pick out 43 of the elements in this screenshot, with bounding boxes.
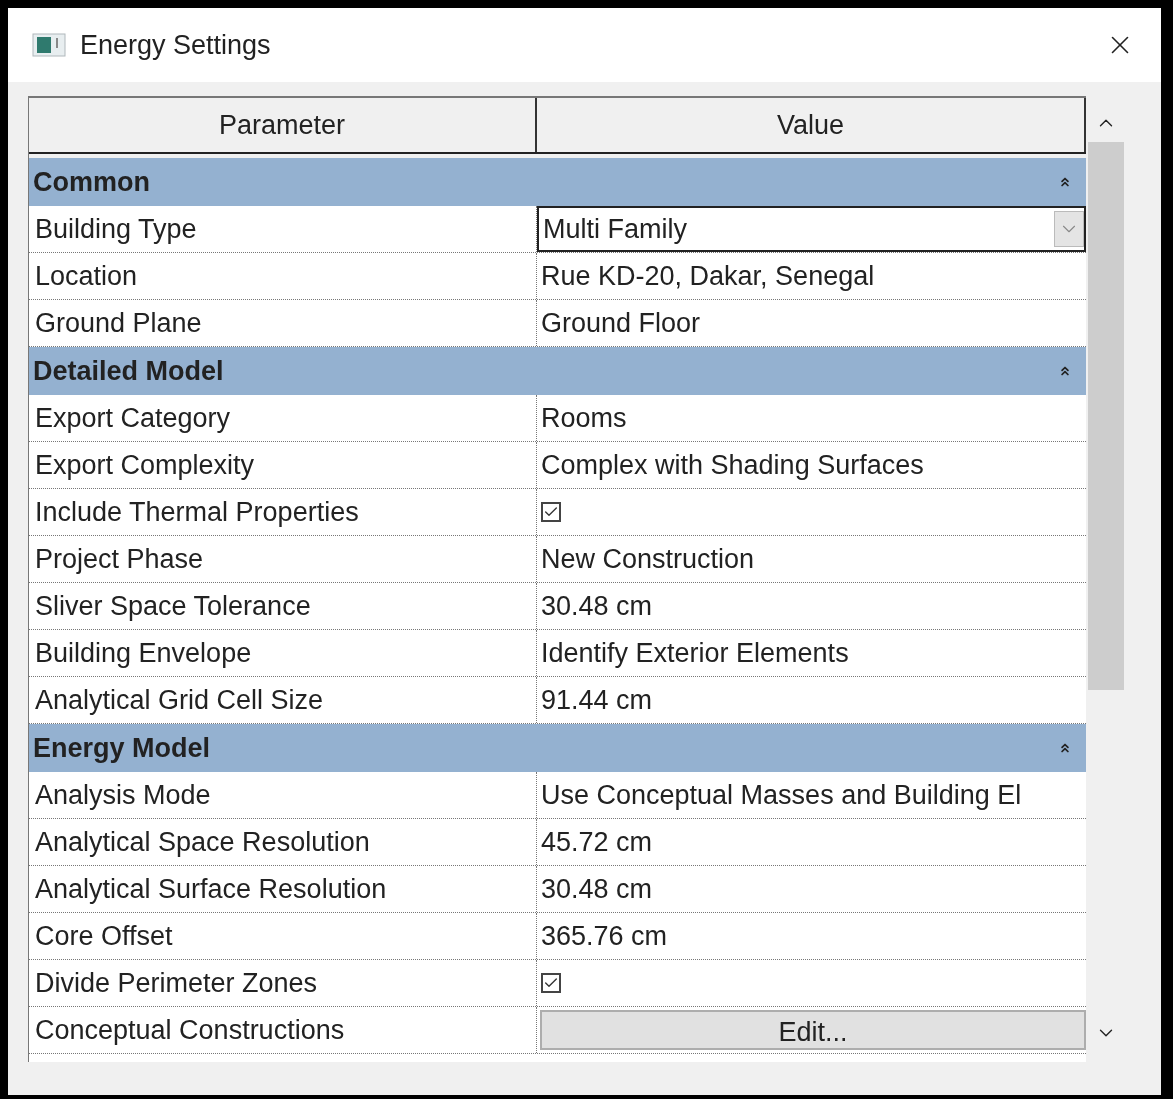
collapse-icon[interactable]	[1058, 175, 1072, 189]
value-text: 365.76 cm	[541, 919, 668, 953]
window-title: Energy Settings	[80, 28, 272, 62]
parameter-label: Analytical Grid Cell Size	[35, 683, 324, 717]
value-text: Rue KD-20, Dakar, Senegal	[541, 259, 875, 293]
parameter-label: Export Category	[35, 401, 231, 435]
parameter-label: Divide Perimeter Zones	[35, 966, 318, 1000]
value-text: Ground Floor	[541, 306, 701, 340]
value-text: 91.44 cm	[541, 683, 653, 717]
value-text: Identify Exterior Elements	[541, 636, 849, 670]
value-text: New Construction	[541, 542, 755, 576]
group-header[interactable]: Detailed Model	[29, 347, 1086, 395]
value-text: Complex with Shading Surfaces	[541, 448, 924, 482]
parameter-label: Analytical Surface Resolution	[35, 872, 387, 906]
parameter-label: Location	[35, 259, 138, 293]
value-text: 30.48 cm	[541, 872, 653, 906]
parameter-label: Sliver Space Tolerance	[35, 589, 311, 623]
dropdown-field[interactable]: Multi Family	[537, 206, 1086, 252]
parameter-label: Conceptual Constructions	[35, 1013, 345, 1047]
checkbox[interactable]	[541, 973, 561, 993]
collapse-icon[interactable]	[1058, 741, 1072, 755]
parameter-label: Core Offset	[35, 919, 173, 953]
group-header[interactable]: Energy Model	[29, 724, 1086, 772]
checkbox[interactable]	[541, 502, 561, 522]
parameter-label: Building Envelope	[35, 636, 252, 670]
parameter-label: Ground Plane	[35, 306, 202, 340]
group-header[interactable]: Common	[29, 158, 1086, 206]
window-icon	[32, 33, 66, 57]
edit-button[interactable]: Edit...	[540, 1010, 1086, 1050]
parameter-label: Analytical Space Resolution	[35, 825, 370, 859]
value-text: Rooms	[541, 401, 627, 435]
scroll-thumb[interactable]	[1088, 142, 1124, 690]
value-text: 45.72 cm	[541, 825, 653, 859]
column-header[interactable]: Parameter	[29, 98, 537, 152]
parameter-label: Project Phase	[35, 542, 204, 576]
parameter-label: Include Thermal Properties	[35, 495, 359, 529]
parameter-label: Analysis Mode	[35, 778, 211, 812]
parameter-label: Export Complexity	[35, 448, 255, 482]
column-header[interactable]: Value	[537, 98, 1086, 152]
value-text: 30.48 cm	[541, 589, 653, 623]
collapse-icon[interactable]	[1058, 364, 1072, 378]
parameter-label: Building Type	[35, 212, 197, 246]
value-text: Use Conceptual Masses and Building El	[541, 778, 1022, 812]
